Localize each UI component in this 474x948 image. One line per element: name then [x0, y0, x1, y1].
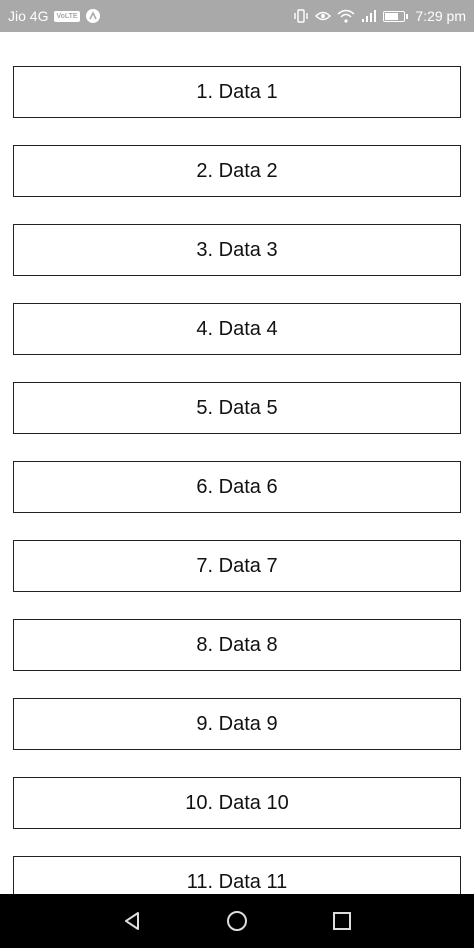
volte-icon: VoLTE	[54, 10, 80, 22]
home-icon	[226, 911, 247, 931]
status-bar: Jio 4G VoLTE 7:29 pm	[0, 0, 474, 32]
list-item-label: 9. Data 9	[196, 712, 278, 735]
recents-icon	[332, 912, 351, 930]
list-item[interactable]: 4. Data 4	[13, 303, 461, 355]
back-button[interactable]	[112, 901, 152, 941]
list-item-label: 3. Data 3	[196, 238, 278, 261]
data-list: 1. Data 1 2. Data 2 3. Data 3 4. Data 4 5. D…	[13, 66, 461, 935]
list-item-label: 11. Data 11	[186, 870, 288, 893]
list-item[interactable]: 7. Data 7	[13, 540, 461, 592]
list-item[interactable]: 8. Data 8	[13, 619, 461, 671]
list-item-label: 1. Data 1	[196, 80, 278, 103]
list-item[interactable]: 5. Data 5	[13, 382, 461, 434]
back-icon	[125, 912, 140, 930]
list-item-label: 7. Data 7	[196, 554, 278, 577]
list-item[interactable]: 9. Data 9	[13, 698, 461, 750]
list-item[interactable]: 6. Data 6	[13, 461, 461, 513]
app-screen: Jio 4G VoLTE 7:29 pm 1. Data 1 2. Data 2…	[0, 0, 474, 948]
list-item[interactable]: 10. Data 10	[13, 777, 461, 829]
status-bar-right: 7:29 pm	[293, 8, 466, 24]
vibrate-icon	[293, 9, 309, 23]
status-bar-left: Jio 4G VoLTE	[8, 8, 100, 24]
wifi-icon	[337, 9, 355, 23]
eye-icon	[315, 10, 332, 22]
list-item-label: 8. Data 8	[196, 633, 278, 656]
clock: 7:29 pm	[415, 8, 466, 24]
list-item-label: 4. Data 4	[196, 317, 278, 340]
navigation-bar	[0, 894, 474, 948]
home-button[interactable]	[217, 901, 257, 941]
list-item-label: 6. Data 6	[196, 475, 278, 498]
list-item-label: 5. Data 5	[196, 396, 278, 419]
list-item[interactable]: 3. Data 3	[13, 224, 461, 276]
battery-fill	[385, 12, 399, 20]
list-item[interactable]: 1. Data 1	[13, 66, 461, 118]
list-item-label: 2. Data 2	[196, 159, 278, 182]
list-item-label: 10. Data 10	[185, 791, 289, 814]
carrier-label: Jio 4G	[8, 8, 49, 24]
notification-a-icon	[85, 9, 100, 23]
battery-icon	[383, 10, 409, 22]
recents-button[interactable]	[322, 901, 362, 941]
list-item[interactable]: 2. Data 2	[13, 145, 461, 197]
signal-icon	[361, 9, 377, 23]
